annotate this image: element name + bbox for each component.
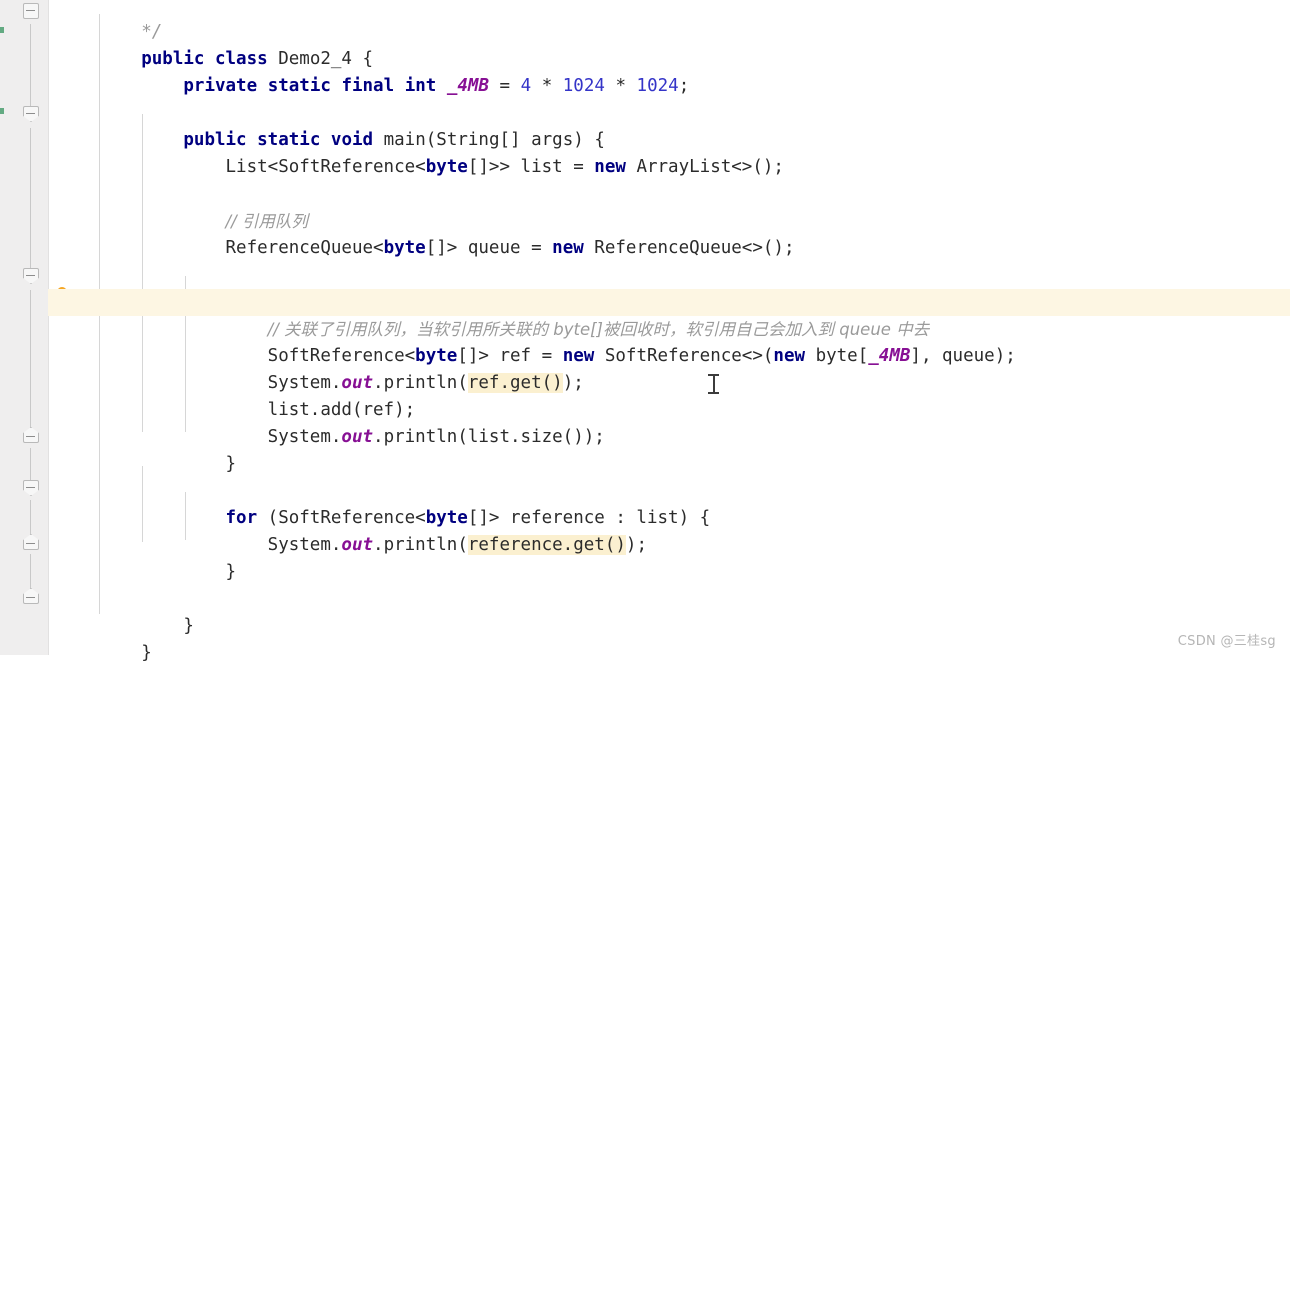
code-token-brace: } — [225, 562, 237, 582]
code-line[interactable]: } — [48, 532, 1290, 582]
code-line[interactable]: ReferenceQueue<byte[]> queue = new Refer… — [48, 208, 1290, 258]
code-token-refqueue-ctor: ReferenceQueue<>(); — [583, 238, 795, 258]
code-line[interactable]: System.out.println(reference.get()); — [48, 505, 1290, 555]
fold-rail — [30, 290, 31, 437]
code-token-list-decl-mid: []>> list = — [467, 157, 595, 177]
watermark: CSDN @三桂sg — [1177, 634, 1276, 649]
fold-pentagon-up-icon — [23, 427, 39, 443]
fold-marker-region-start[interactable] — [23, 480, 39, 496]
code-token-keyword-static: static — [267, 76, 331, 96]
fold-pentagon-up-icon — [23, 588, 39, 604]
code-line[interactable]: private static final int _4MB = 4 * 1024… — [48, 46, 1290, 96]
fold-marker-region-end[interactable] — [23, 534, 39, 550]
code-token-arraylist: ArrayList<>(); — [625, 157, 784, 177]
code-line[interactable]: // 引用队列 — [48, 181, 1290, 231]
code-token-list-decl: List<SoftReference< — [225, 157, 426, 177]
code-line[interactable]: } — [48, 613, 1290, 663]
code-token-star: * — [604, 76, 637, 96]
fold-marker-region-end[interactable] — [23, 427, 39, 443]
fold-minus-icon — [26, 275, 35, 276]
text-ibeam-cursor — [708, 373, 719, 395]
fold-pentagon-up-icon — [23, 534, 39, 550]
code-editor[interactable]: */ public class Demo2_4 { private static… — [0, 0, 1290, 663]
code-token-keyword-private: private — [183, 76, 258, 96]
fold-rail — [30, 128, 31, 278]
code-line[interactable]: list.add(ref); — [48, 370, 1290, 420]
fold-minus-icon — [26, 436, 35, 437]
fold-rail — [30, 24, 31, 116]
code-token-keyword-int: int — [404, 76, 437, 96]
ibeam-cap-bottom — [708, 392, 719, 394]
code-token-number: 1024 — [562, 76, 605, 96]
code-token-constant-4mb: _4MB — [446, 76, 489, 96]
code-line[interactable]: List<SoftReference<byte[]>> list = new A… — [48, 127, 1290, 177]
fold-minus-icon — [26, 113, 35, 114]
code-token-refqueue-mid: []> queue = — [425, 238, 553, 258]
fold-marker-region-start[interactable] — [23, 106, 39, 122]
fold-pentagon-down-icon — [23, 106, 39, 122]
code-token-brace: } — [225, 454, 237, 474]
fold-marker-collapse[interactable] — [23, 3, 39, 19]
fold-minus-icon — [26, 10, 35, 11]
code-token-equals: = — [489, 76, 521, 96]
vcs-changed-marker[interactable] — [0, 108, 4, 114]
code-token-semicolon: ; — [678, 76, 690, 96]
ibeam-stem — [713, 375, 715, 393]
code-line-caret[interactable]: // 关联了引用队列，当软引用所关联的 byte[]被回收时，软引用自己会加入到… — [48, 289, 1290, 339]
fold-minus-icon — [26, 487, 35, 488]
code-line[interactable]: SoftReference<byte[]> ref = new SoftRefe… — [48, 316, 1290, 366]
vcs-change-strip — [0, 0, 4, 655]
fold-box-icon — [23, 3, 39, 19]
code-token-keyword-final: final — [341, 76, 395, 96]
vcs-changed-marker[interactable] — [0, 27, 4, 33]
fold-minus-icon — [26, 597, 35, 598]
code-token-number: 4 — [520, 76, 532, 96]
code-line[interactable]: public static void main(String[] args) { — [48, 100, 1290, 150]
code-line[interactable]: for (SoftReference<byte[]> reference : l… — [48, 478, 1290, 528]
fold-pentagon-down-icon — [23, 480, 39, 496]
code-line[interactable]: System.out.println(ref.get()); — [48, 343, 1290, 393]
code-content[interactable]: */ public class Demo2_4 { private static… — [48, 0, 1290, 663]
fold-minus-icon — [26, 543, 35, 544]
code-line[interactable]: } — [48, 424, 1290, 474]
fold-marker-region-end[interactable] — [23, 588, 39, 604]
fold-marker-region-start[interactable] — [23, 268, 39, 284]
code-token-keyword-new: new — [552, 238, 584, 258]
code-token-keyword-new: new — [594, 157, 626, 177]
code-line[interactable]: System.out.println(list.size()); — [48, 397, 1290, 447]
code-token-keyword-byte: byte — [425, 157, 468, 177]
code-token-number: 1024 — [636, 76, 679, 96]
code-token-star: * — [531, 76, 563, 96]
code-line[interactable]: */ — [48, 0, 1290, 42]
code-token-refqueue-decl: ReferenceQueue< — [225, 238, 384, 258]
code-line[interactable]: for (int i = 0; i < 5; i++) { — [48, 262, 1290, 312]
code-token-keyword-byte: byte — [383, 238, 426, 258]
code-token-brace: } — [141, 643, 152, 663]
code-line[interactable]: } — [48, 586, 1290, 636]
fold-pentagon-down-icon — [23, 268, 39, 284]
code-line[interactable]: public class Demo2_4 { — [48, 19, 1290, 69]
editor-gutter[interactable] — [0, 0, 49, 655]
